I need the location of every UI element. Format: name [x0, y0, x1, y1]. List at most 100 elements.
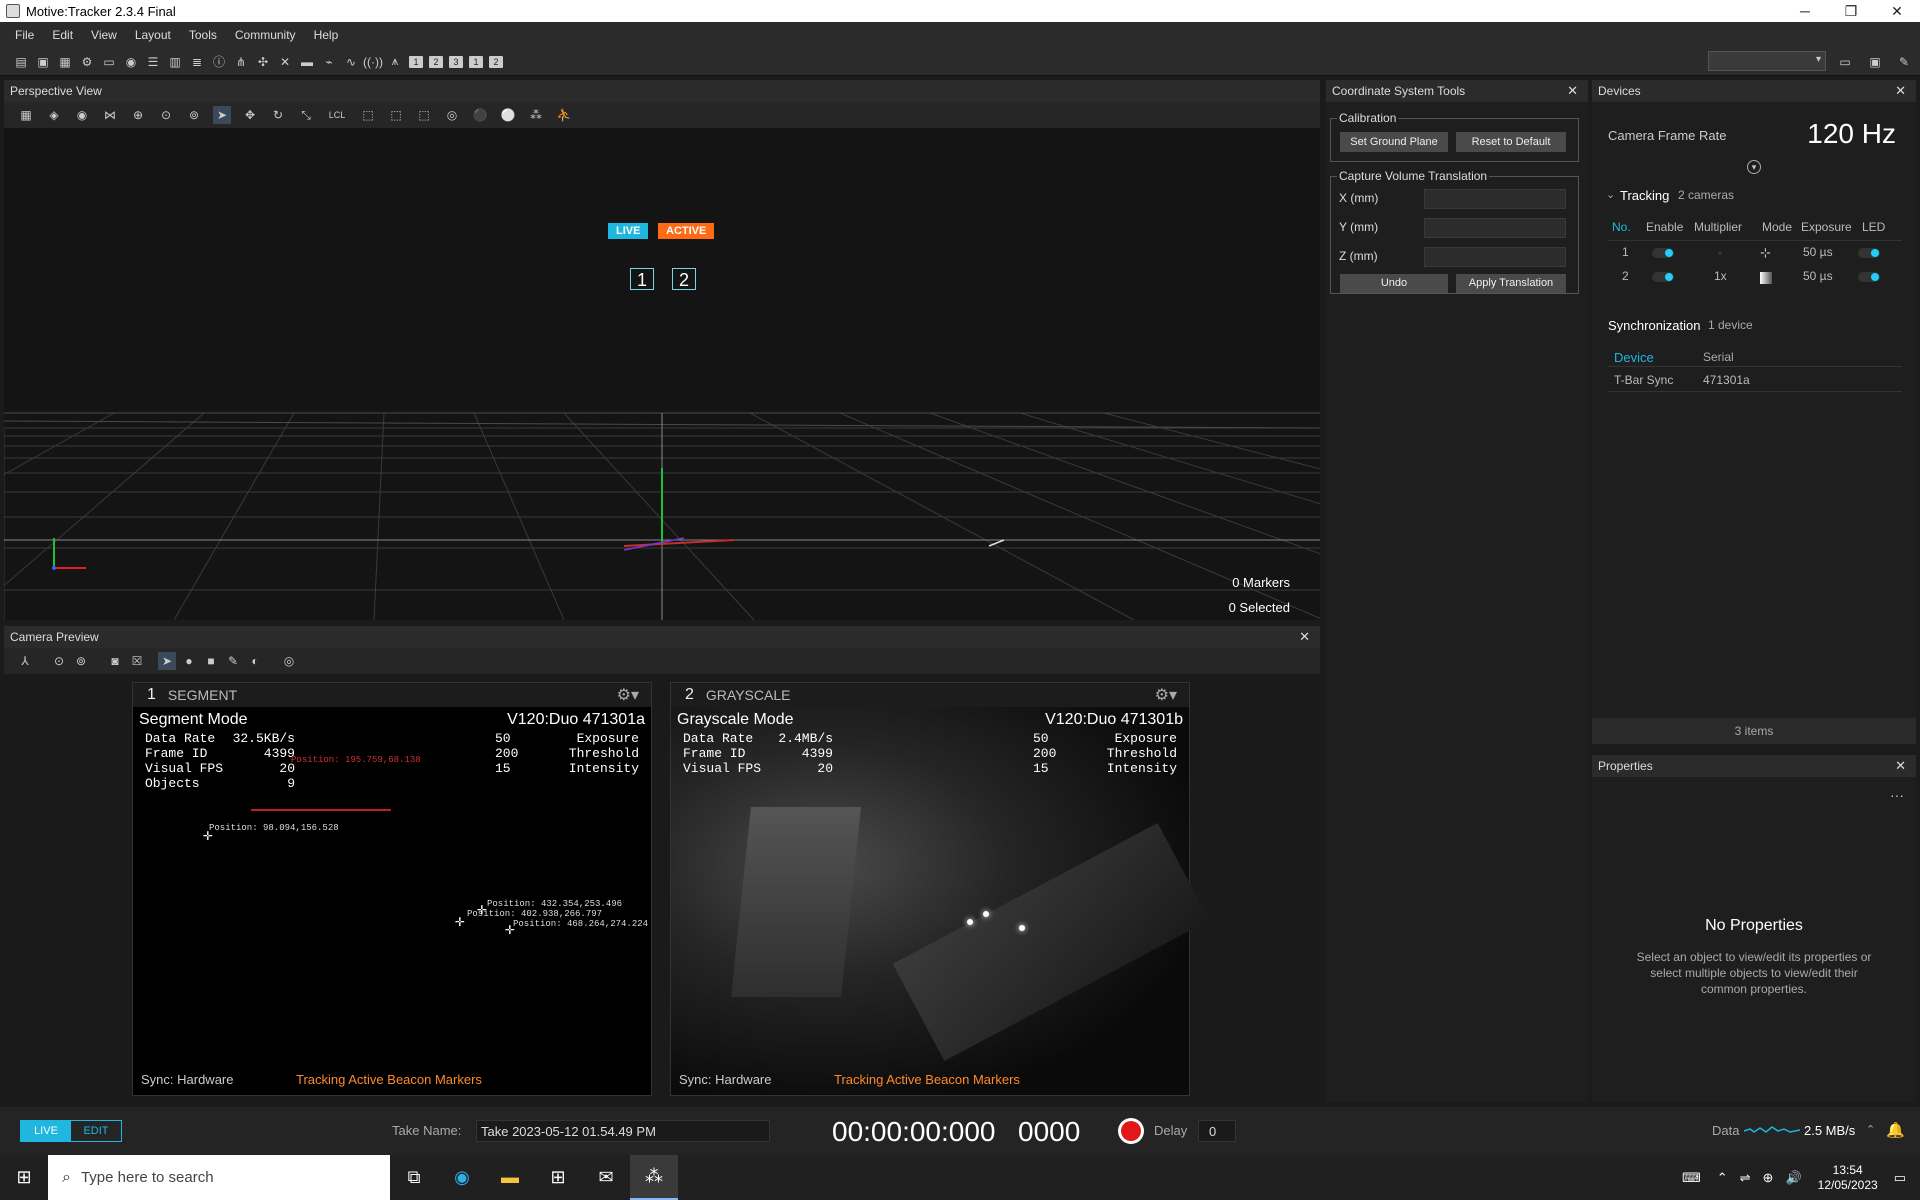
rotate-icon[interactable]: ↻ — [269, 106, 287, 124]
store-icon[interactable]: ⊞ — [534, 1155, 582, 1200]
led-toggle[interactable] — [1858, 248, 1880, 258]
menu-help[interactable]: Help — [305, 28, 348, 42]
select-remove-icon[interactable]: ⬚ — [415, 106, 433, 124]
save-all-icon[interactable]: ▦ — [56, 53, 74, 71]
z-field[interactable] — [1424, 247, 1566, 267]
close-icon[interactable]: ✕ — [1567, 83, 1578, 99]
brush-icon[interactable]: ✎ — [224, 652, 242, 670]
apply-translation-button[interactable]: Apply Translation — [1456, 274, 1566, 293]
skeleton-icon[interactable]: ⩚ — [386, 53, 404, 71]
layout-icon[interactable]: ▭ — [100, 53, 118, 71]
cube-icon[interactable]: ◈ — [45, 106, 63, 124]
tray-chevron-icon[interactable]: ⌃ — [1717, 1170, 1728, 1186]
volume-icon[interactable]: 🔊 — [1785, 1170, 1801, 1186]
folder-icon[interactable]: ▥ — [166, 53, 184, 71]
table-row[interactable]: 1 - ⊹ 50 µs — [1608, 245, 1902, 265]
zoom-all-icon[interactable]: ⊚ — [185, 106, 203, 124]
close-icon[interactable]: ✕ — [1895, 758, 1906, 774]
layout-1-button[interactable]: 1 — [409, 55, 423, 68]
y-field[interactable] — [1424, 218, 1566, 238]
minimize-button[interactable]: ─ — [1782, 3, 1828, 20]
points-icon[interactable]: ⁂ — [527, 106, 545, 124]
share-icon[interactable]: ⋈ — [101, 106, 119, 124]
broadcast-icon[interactable]: ((·)) — [363, 53, 383, 71]
select-icon[interactable]: ➤ — [213, 106, 231, 124]
usb-icon[interactable]: ⇌ — [1740, 1170, 1751, 1186]
menu-community[interactable]: Community — [226, 28, 305, 42]
zoom-icon[interactable]: ⊕ — [129, 106, 147, 124]
x-field[interactable] — [1424, 189, 1566, 209]
tools-icon[interactable]: ✕ — [276, 53, 294, 71]
menu-file[interactable]: File — [6, 28, 43, 42]
open-icon[interactable]: ▤ — [12, 53, 30, 71]
camera-2-marker[interactable]: 2 — [672, 268, 696, 290]
edit-icon[interactable]: ✎ — [1895, 53, 1913, 71]
database-icon[interactable]: ☰ — [144, 53, 162, 71]
zoom-fit-icon[interactable]: ⊙ — [157, 106, 175, 124]
labels-icon[interactable]: ⚪ — [499, 106, 517, 124]
save-icon[interactable]: ▣ — [34, 53, 52, 71]
more-options-icon[interactable]: ··· — [1890, 787, 1904, 803]
led-toggle[interactable] — [1858, 272, 1880, 282]
close-window-button[interactable]: ✕ — [1874, 3, 1920, 20]
settings-icon[interactable]: ⚙ — [78, 53, 96, 71]
keyboard-icon[interactable]: ⌨ — [1682, 1170, 1701, 1186]
3d-viewport[interactable]: LIVE ACTIVE 1 2 0 Markers 0 Selected — [4, 128, 1320, 620]
camera-icon[interactable]: ◉ — [73, 106, 91, 124]
notification-icon[interactable]: 🔔 — [1886, 1121, 1905, 1139]
layout-dropdown[interactable]: ▾ — [1708, 51, 1826, 71]
close-icon[interactable]: ✕ — [1299, 629, 1310, 645]
select-icon[interactable]: ➤ — [158, 652, 176, 670]
camera-icon[interactable]: ◉ — [122, 53, 140, 71]
enable-toggle[interactable] — [1652, 248, 1674, 258]
take-name-input[interactable]: Take 2023-05-12 01.54.49 PM — [476, 1120, 770, 1142]
select-add-icon[interactable]: ⬚ — [387, 106, 405, 124]
select-mode-icon[interactable]: ⬚ — [359, 106, 377, 124]
motive-app-icon[interactable]: ⁂ — [630, 1155, 678, 1200]
layout-1b-button[interactable]: 1 — [469, 55, 483, 68]
gear-icon[interactable]: ⚙▾ — [617, 685, 639, 705]
toggle-icon[interactable]: ◐ — [246, 652, 264, 670]
skeleton-view-icon[interactable]: ⛹ — [555, 106, 573, 124]
network-icon[interactable]: ✣ — [254, 53, 272, 71]
undo-button[interactable]: Undo — [1340, 274, 1448, 293]
graph-icon[interactable]: ⌁ — [320, 53, 338, 71]
zoom-all-icon[interactable]: ⊚ — [72, 652, 90, 670]
square-icon[interactable]: ■ — [202, 652, 220, 670]
edge-icon[interactable]: ◉ — [438, 1155, 486, 1200]
sync-row[interactable]: T-Bar Sync 471301a — [1608, 366, 1902, 392]
close-icon[interactable]: ✕ — [1895, 83, 1906, 99]
action-center-icon[interactable]: ▭ — [1894, 1170, 1906, 1186]
record-button[interactable] — [1118, 1118, 1144, 1144]
live-mode-button[interactable]: LIVE — [21, 1121, 71, 1141]
menu-tools[interactable]: Tools — [180, 28, 226, 42]
mail-icon[interactable]: ✉ — [582, 1155, 630, 1200]
clock[interactable]: 13:54 12/05/2023 — [1818, 1163, 1878, 1193]
delay-input[interactable]: 0 — [1198, 1120, 1236, 1142]
enable-toggle[interactable] — [1652, 272, 1674, 282]
window-icon[interactable]: ▭ — [1836, 53, 1854, 71]
chart-icon[interactable]: ∿ — [342, 53, 360, 71]
visibility-icon[interactable]: ◎ — [443, 106, 461, 124]
chevron-icon[interactable]: ⌃ — [1866, 1123, 1875, 1136]
grid-icon[interactable]: ▦ — [17, 106, 35, 124]
task-view-icon[interactable]: ⧉ — [390, 1155, 438, 1200]
set-ground-plane-button[interactable]: Set Ground Plane — [1340, 132, 1448, 152]
reset-to-default-button[interactable]: Reset to Default — [1456, 132, 1566, 152]
edit-mode-button[interactable]: EDIT — [71, 1121, 121, 1141]
device-icon[interactable]: ▬ — [298, 53, 316, 71]
axis-icon[interactable]: ⅄ — [16, 652, 34, 670]
gear-icon[interactable]: ⚙▾ — [1155, 685, 1177, 705]
expand-icon[interactable]: ▾ — [1747, 160, 1761, 174]
scale-icon[interactable]: ⤡ — [297, 106, 315, 124]
markers-icon[interactable]: ⚫ — [471, 106, 489, 124]
file-explorer-icon[interactable]: ▬ — [486, 1155, 534, 1200]
network-icon[interactable]: ⊕ — [1763, 1170, 1774, 1186]
layout-2b-button[interactable]: 2 — [489, 55, 503, 68]
mask-icon[interactable]: ◙ — [106, 652, 124, 670]
layout-3-button[interactable]: 3 — [449, 55, 463, 68]
circle-icon[interactable]: ● — [180, 652, 198, 670]
clear-mask-icon[interactable]: ☒ — [128, 652, 146, 670]
hierarchy-icon[interactable]: ⋔ — [232, 53, 250, 71]
list-icon[interactable]: ≣ — [188, 53, 206, 71]
